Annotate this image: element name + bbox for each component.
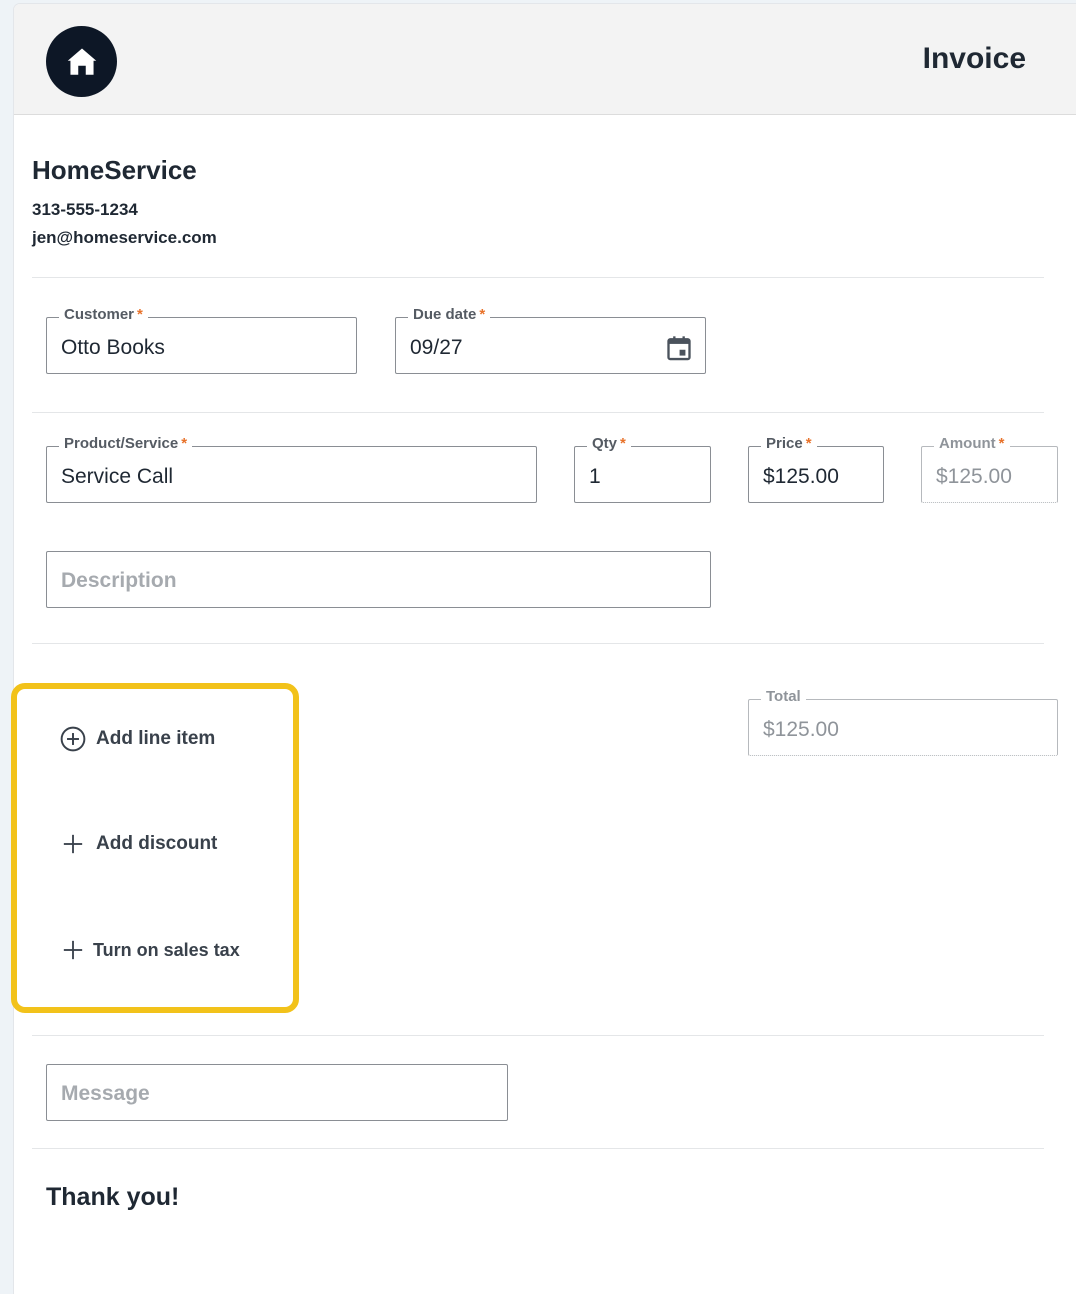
home-button[interactable] xyxy=(46,26,117,97)
calendar-icon[interactable] xyxy=(665,334,693,362)
qty-label: Qty * xyxy=(587,435,631,452)
description-field[interactable]: Description xyxy=(46,551,711,608)
divider xyxy=(32,412,1044,413)
due-date-value: 09/27 xyxy=(410,336,463,359)
thank-you-text: Thank you! xyxy=(46,1183,180,1211)
description-placeholder: Description xyxy=(61,569,177,592)
due-date-label: Due date * xyxy=(408,306,491,323)
company-phone: 313-555-1234 xyxy=(32,200,138,219)
add-line-item-button[interactable]: Add line item xyxy=(60,726,215,752)
total-value: $125.00 xyxy=(763,718,839,741)
message-placeholder: Message xyxy=(61,1082,150,1105)
customer-field[interactable]: Customer * Otto Books xyxy=(46,306,357,374)
plus-icon xyxy=(60,831,86,857)
invoice-header: Invoice xyxy=(14,4,1076,115)
product-service-field[interactable]: Product/Service * Service Call xyxy=(46,435,537,503)
amount-value: $125.00 xyxy=(936,465,1012,488)
company-info: HomeService 313-555-1234 jen@homeservice… xyxy=(32,155,217,252)
price-value: $125.00 xyxy=(763,465,839,488)
total-field: Total $125.00 xyxy=(748,688,1058,756)
add-line-item-label: Add line item xyxy=(96,728,216,749)
divider xyxy=(32,1148,1044,1149)
amount-field: Amount * $125.00 xyxy=(921,435,1058,503)
product-service-value: Service Call xyxy=(61,465,174,488)
price-field[interactable]: Price * $125.00 xyxy=(748,435,884,503)
add-discount-label: Add discount xyxy=(96,833,218,854)
page-title: Invoice xyxy=(922,42,1026,75)
divider xyxy=(32,1035,1044,1036)
plus-icon xyxy=(60,937,86,963)
product-service-label: Product/Service * xyxy=(59,435,193,452)
total-label: Total xyxy=(761,688,806,705)
turn-on-sales-tax-button[interactable]: Turn on sales tax xyxy=(60,937,240,963)
customer-value: Otto Books xyxy=(61,336,165,359)
message-field[interactable]: Message xyxy=(46,1064,508,1121)
amount-label: Amount * xyxy=(934,435,1010,452)
sales-tax-label: Turn on sales tax xyxy=(93,939,240,960)
customer-label: Customer * xyxy=(59,306,148,323)
company-name: HomeService xyxy=(32,155,197,185)
company-email: jen@homeservice.com xyxy=(32,228,217,247)
qty-value: 1 xyxy=(589,465,601,488)
home-icon xyxy=(67,48,96,75)
add-circle-icon xyxy=(60,726,86,752)
divider xyxy=(32,643,1044,644)
add-discount-button[interactable]: Add discount xyxy=(60,831,217,857)
due-date-field[interactable]: Due date * 09/27 xyxy=(395,306,706,374)
qty-field[interactable]: Qty * 1 xyxy=(574,435,711,503)
price-label: Price * xyxy=(761,435,817,452)
divider xyxy=(32,277,1044,278)
